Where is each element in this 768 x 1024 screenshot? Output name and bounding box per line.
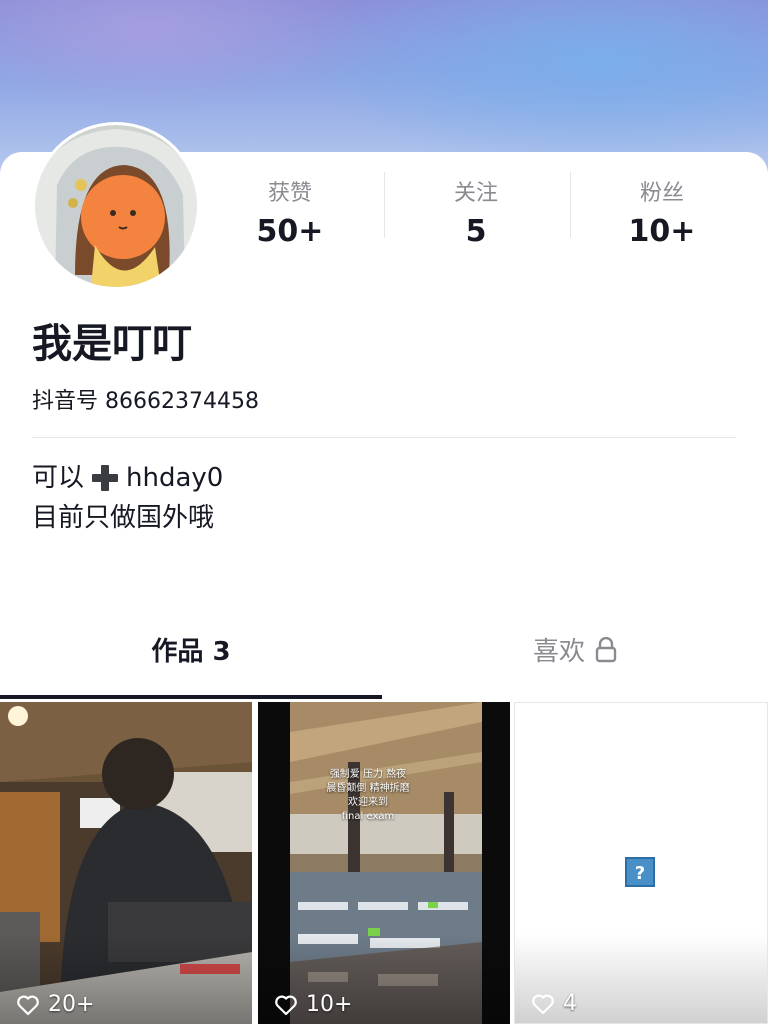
- like-count-text: 10+: [306, 992, 353, 1017]
- tab-label: 作品 3: [151, 637, 231, 667]
- lock-icon: [595, 637, 617, 663]
- stat-divider: [570, 172, 571, 238]
- broken-image-icon: ?: [625, 857, 655, 887]
- bio-text: 可以: [32, 463, 85, 493]
- svg-text:?: ?: [635, 863, 645, 884]
- bio-text: hhday0: [126, 463, 224, 493]
- caption-line: 欢迎来到: [348, 797, 388, 808]
- bio-text: 目前只做国外哦: [32, 503, 215, 533]
- stat-value: 10+: [628, 214, 696, 249]
- tab-works[interactable]: 作品 3: [0, 634, 382, 670]
- bio: 可以 hhday0 目前只做国外哦: [32, 458, 223, 538]
- stat-value: 50+: [256, 214, 324, 249]
- like-count: 4: [531, 989, 577, 1019]
- avatar[interactable]: [32, 122, 200, 290]
- video-thumbnail[interactable]: ? 4: [514, 702, 768, 1024]
- stat-value: 5: [465, 214, 487, 249]
- video-thumbnail[interactable]: 20+: [0, 702, 252, 1024]
- tab-likes[interactable]: 喜欢: [382, 634, 768, 670]
- video-overlay-caption: 强制爱 压力 熬夜 晨昏颠倒 精神拆磨 欢迎来到 final exam: [288, 768, 448, 824]
- content-tabs: 作品 3 喜欢: [0, 620, 768, 699]
- like-count-text: 20+: [48, 992, 95, 1017]
- heart-icon: [17, 995, 39, 1016]
- caption-line: 强制爱 压力 熬夜: [329, 769, 407, 780]
- avatar-image: [35, 125, 197, 287]
- stat-label: 粉丝: [639, 181, 684, 206]
- caption-line: final exam: [341, 811, 395, 822]
- tab-label: 喜欢: [532, 637, 585, 667]
- caption-line: 晨昏颠倒 精神拆磨: [326, 783, 410, 794]
- like-count: 10+: [274, 990, 352, 1020]
- section-divider: [32, 437, 736, 438]
- stat-followers[interactable]: 粉丝 10+: [572, 180, 752, 252]
- active-tab-indicator: [0, 695, 382, 699]
- video-grid: 20+ 强制爱 压力 熬夜 晨昏颠倒 精神拆磨 欢迎来到 final exam …: [0, 702, 768, 1024]
- heart-icon: [532, 994, 554, 1015]
- plus-icon: [92, 465, 119, 491]
- heart-icon: [275, 995, 297, 1016]
- nickname: 我是叮叮: [32, 321, 192, 367]
- stat-following[interactable]: 关注 5: [386, 180, 566, 252]
- stat-divider: [384, 172, 385, 238]
- stat-likes-received[interactable]: 获赞 50+: [200, 180, 380, 252]
- stat-label: 获赞: [267, 181, 312, 206]
- video-thumbnail[interactable]: 强制爱 压力 熬夜 晨昏颠倒 精神拆磨 欢迎来到 final exam 10+: [258, 702, 510, 1024]
- like-count-text: 4: [563, 991, 577, 1016]
- douyin-id[interactable]: 抖音号 86662374458: [32, 386, 259, 418]
- profile-stats: 获赞 50+ 关注 5 粉丝 10+: [200, 172, 768, 252]
- like-count: 20+: [16, 990, 94, 1020]
- stat-label: 关注: [453, 181, 498, 206]
